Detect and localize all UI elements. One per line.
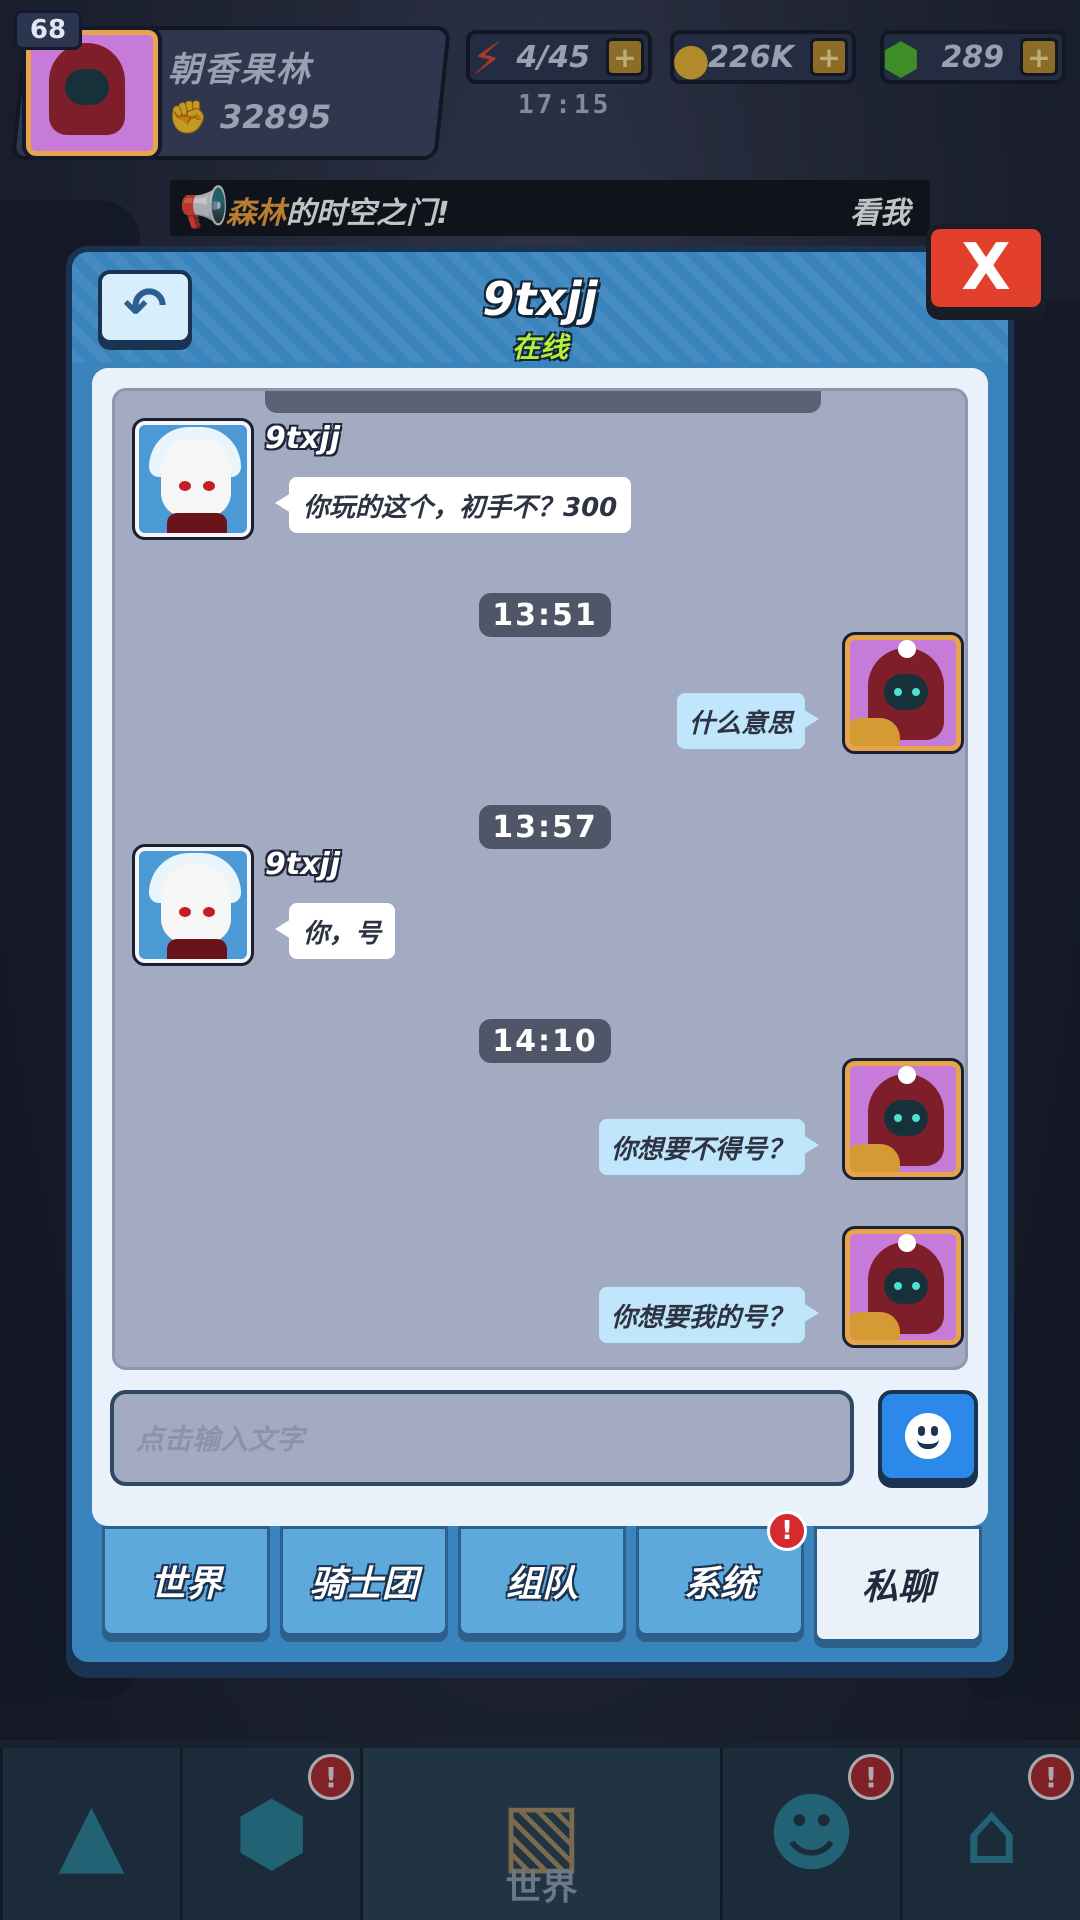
- close-button[interactable]: X: [926, 224, 1046, 312]
- message-bubble-outgoing[interactable]: 什么意思: [676, 693, 820, 749]
- avatar-eye: [912, 1282, 920, 1290]
- avatar-eye: [912, 688, 920, 696]
- timestamp: 13:57: [479, 805, 611, 849]
- avatar-face: [161, 865, 231, 943]
- message-bubble-outgoing[interactable]: 你想要不得号？: [598, 1119, 820, 1175]
- previous-message-clipped: [265, 391, 821, 413]
- avatar-eye: [912, 1114, 920, 1122]
- avatar-face: [884, 1100, 928, 1136]
- avatar-flower: [898, 1066, 916, 1084]
- avatar-eye: [894, 688, 902, 696]
- avatar-flower: [898, 1234, 916, 1252]
- avatar-gold-pile: [850, 1312, 900, 1340]
- tab-knights[interactable]: 骑士团: [280, 1526, 448, 1636]
- avatar-gold-pile: [850, 718, 900, 746]
- alert-icon: !: [767, 1511, 807, 1551]
- avatar-gold-pile: [850, 1144, 900, 1172]
- tab-team[interactable]: 组队: [458, 1526, 626, 1636]
- avatar-eye: [179, 481, 191, 491]
- message-bubble-incoming[interactable]: 你玩的这个，初手不？300: [274, 477, 632, 533]
- tab-system-label: 系统: [683, 1564, 756, 1605]
- online-status: 在线: [511, 331, 568, 364]
- contact-avatar[interactable]: [132, 418, 254, 540]
- avatar-face: [161, 439, 231, 517]
- timestamp: 13:51: [479, 593, 611, 637]
- avatar-collar: [167, 513, 227, 533]
- avatar-face: [884, 674, 928, 710]
- chat-panel: ↶ 9txjj 在线 9txjj 你玩的这个，初手不？300 13:51 什么意…: [66, 246, 1014, 1668]
- emoji-button[interactable]: [878, 1390, 978, 1482]
- message-bubble-incoming[interactable]: 你，号: [274, 903, 396, 959]
- self-avatar[interactable]: [842, 1226, 964, 1348]
- contact-name: 9txjj: [482, 272, 598, 326]
- chat-body: 9txjj 你玩的这个，初手不？300 13:51 什么意思 13:57 9tx…: [92, 368, 988, 1526]
- avatar-eye: [179, 907, 191, 917]
- self-avatar[interactable]: [842, 1058, 964, 1180]
- contact-avatar[interactable]: [132, 844, 254, 966]
- level-badge: 68: [14, 10, 82, 50]
- avatar-eye: [894, 1282, 902, 1290]
- tab-system[interactable]: 系统 !: [636, 1511, 807, 1636]
- tab-private-chat[interactable]: 私聊: [814, 1526, 982, 1642]
- sender-name: 9txjj: [265, 847, 341, 882]
- avatar-eye: [203, 907, 215, 917]
- avatar-face: [65, 69, 109, 105]
- smiley-icon: [905, 1413, 951, 1459]
- avatar-flower: [898, 640, 916, 658]
- timestamp: 14:10: [479, 1019, 611, 1063]
- self-avatar[interactable]: [842, 632, 964, 754]
- sender-name: 9txjj: [265, 421, 341, 456]
- message-list[interactable]: 9txjj 你玩的这个，初手不？300 13:51 什么意思 13:57 9tx…: [112, 388, 968, 1370]
- avatar-eye: [203, 481, 215, 491]
- avatar-eye: [894, 1114, 902, 1122]
- avatar-collar: [167, 939, 227, 959]
- message-input[interactable]: 点击输入文字: [110, 1390, 854, 1486]
- avatar-face: [884, 1268, 928, 1304]
- tab-world[interactable]: 世界: [102, 1526, 270, 1636]
- message-bubble-outgoing[interactable]: 你想要我的号？: [598, 1287, 820, 1343]
